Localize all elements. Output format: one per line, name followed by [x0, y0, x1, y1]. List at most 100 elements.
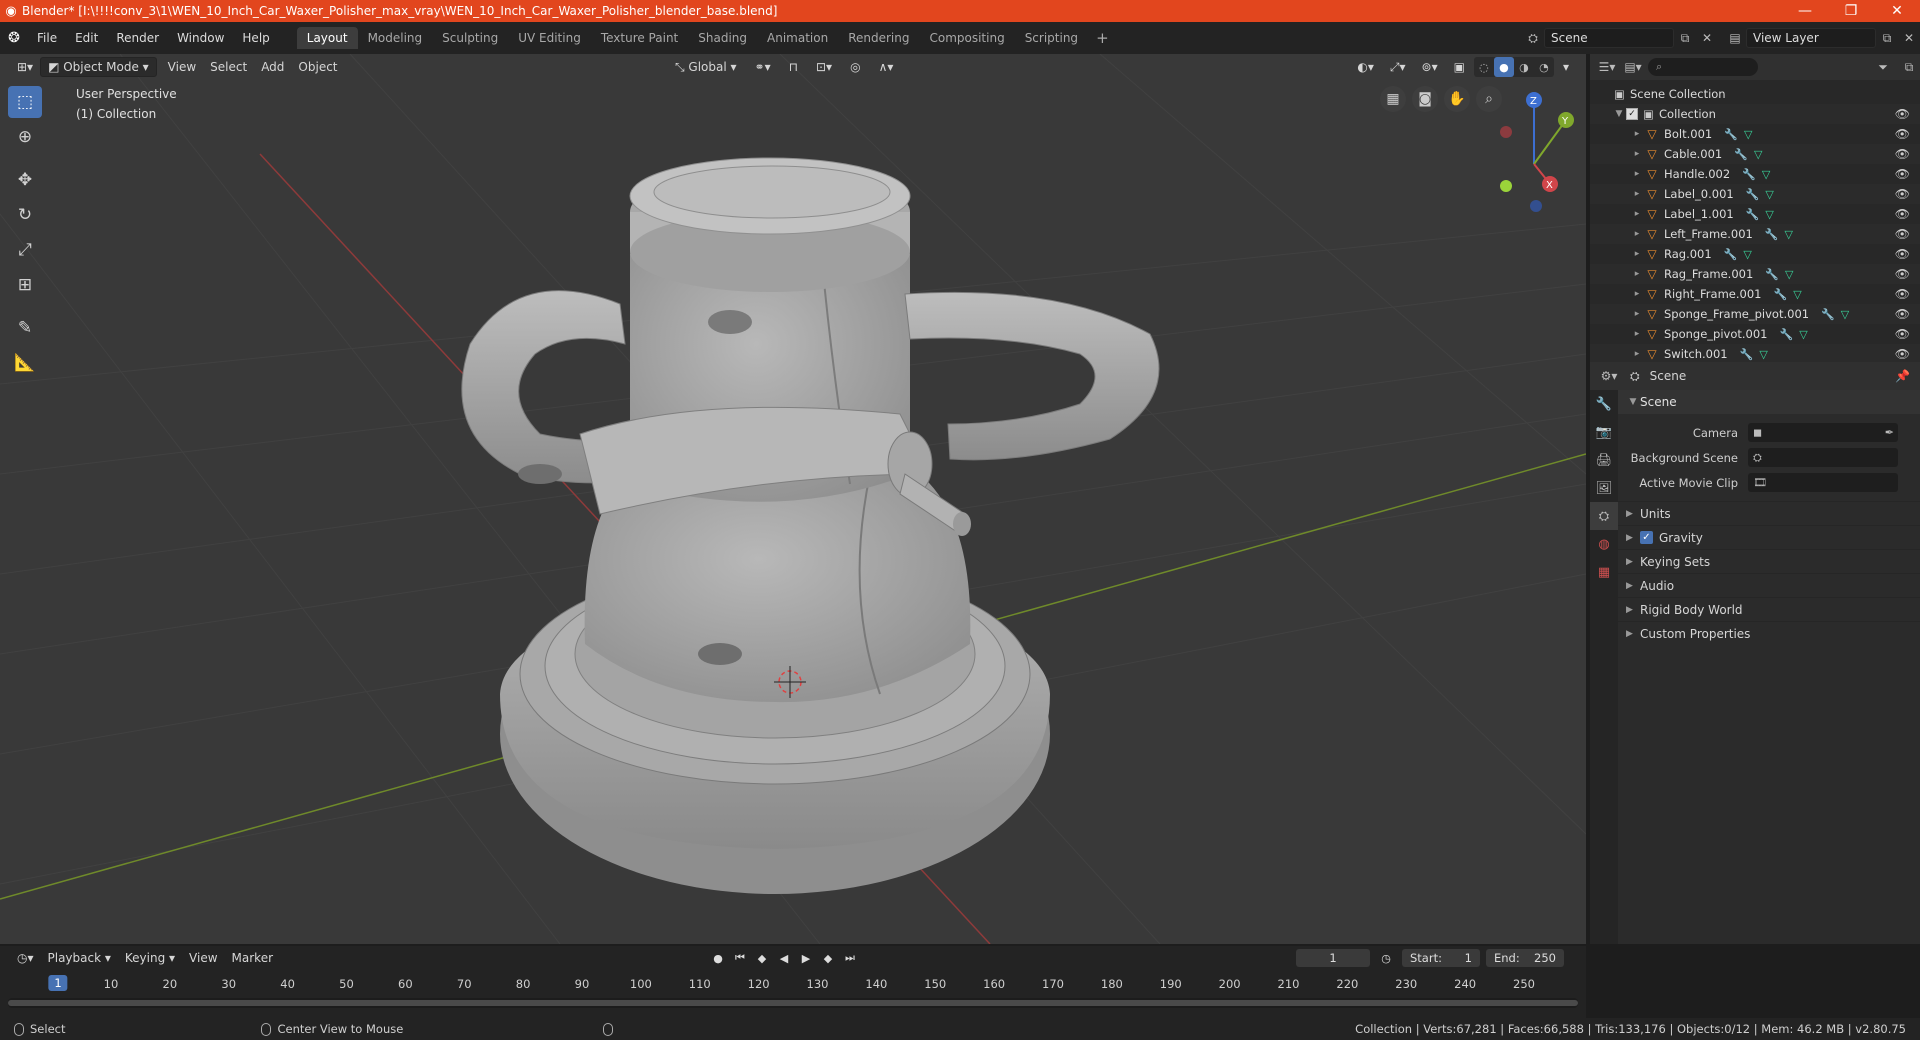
modifier-wrench-icon[interactable]: 🔧 [1724, 128, 1738, 141]
mesh-data-icon[interactable]: ▽ [1765, 208, 1773, 221]
output-tab-icon[interactable]: 🖨 [1590, 446, 1618, 474]
grid-view-icon[interactable]: ▦ [1380, 86, 1406, 112]
tab-sculpting[interactable]: Sculpting [432, 27, 508, 49]
material-shading-icon[interactable]: ◑ [1514, 57, 1534, 77]
properties-editor-icon[interactable]: ⚙▾ [1598, 366, 1620, 386]
expand-arrow-icon[interactable]: ▸ [1630, 249, 1644, 259]
gizmo-toggle-icon[interactable]: ⤢▾ [1383, 57, 1413, 77]
current-frame-indicator[interactable]: 1 [48, 975, 68, 991]
tab-animation[interactable]: Animation [757, 27, 838, 49]
transform-tool-icon[interactable]: ⊞ [8, 269, 42, 301]
menu-file[interactable]: File [28, 22, 66, 54]
menu-keying[interactable]: Keying ▾ [118, 948, 182, 968]
tab-scripting[interactable]: Scripting [1015, 27, 1088, 49]
tab-compositing[interactable]: Compositing [919, 27, 1014, 49]
eye-icon[interactable]: 👁 [1895, 267, 1910, 281]
jump-end-icon[interactable]: ⏭ [840, 949, 860, 967]
preview-range-icon[interactable]: ◷ [1376, 949, 1396, 967]
cursor-tool-icon[interactable]: ⊕ [8, 121, 42, 153]
blender-menu-icon[interactable]: ❂ [0, 30, 28, 46]
timeline-scroll-thumb[interactable] [8, 1000, 1578, 1006]
eyedropper-icon[interactable]: ✒ [1885, 426, 1894, 439]
mesh-data-icon[interactable]: ▽ [1799, 328, 1807, 341]
tab-layout[interactable]: Layout [296, 27, 358, 49]
mesh-data-icon[interactable]: ▽ [1785, 228, 1793, 241]
navigation-gizmo[interactable]: Z Y X [1500, 92, 1574, 212]
scene-tab-icon[interactable]: ⛭ [1590, 502, 1618, 530]
mesh-data-icon[interactable]: ▽ [1841, 308, 1849, 321]
new-view-layer-icon[interactable]: ⧉ [1876, 28, 1898, 48]
editor-type-icon[interactable]: ⊞▾ [10, 57, 40, 77]
maximize-button[interactable]: ❐ [1828, 3, 1874, 19]
units-panel[interactable]: ▶ Units [1618, 501, 1920, 525]
expand-arrow-icon[interactable]: ▸ [1630, 189, 1644, 199]
expand-arrow-icon[interactable]: ▸ [1630, 329, 1644, 339]
menu-select[interactable]: Select [203, 57, 254, 77]
outliner-search-input[interactable]: ⌕ [1648, 58, 1758, 76]
modifier-wrench-icon[interactable]: 🔧 [1746, 208, 1760, 221]
eye-icon[interactable]: 👁 [1895, 147, 1910, 161]
outliner-object-row[interactable]: ▸ ▽ Sponge_pivot.001 🔧 ▽ 👁 [1590, 324, 1920, 344]
add-workspace-button[interactable]: + [1088, 29, 1117, 47]
modifier-wrench-icon[interactable]: 🔧 [1821, 308, 1835, 321]
zoom-icon[interactable]: ⌕ [1476, 86, 1502, 112]
camera-view-icon[interactable]: ◙ [1412, 86, 1438, 112]
outliner-object-row[interactable]: ▸ ▽ Right_Frame.001 🔧 ▽ 👁 [1590, 284, 1920, 304]
eye-icon[interactable]: 👁 [1895, 107, 1910, 121]
eye-icon[interactable]: 👁 [1895, 247, 1910, 261]
mesh-data-icon[interactable]: ▽ [1754, 148, 1762, 161]
wireframe-shading-icon[interactable]: ◌ [1474, 57, 1494, 77]
xray-icon[interactable]: ▣ [1447, 57, 1472, 77]
expand-arrow-icon[interactable]: ▸ [1630, 209, 1644, 219]
expand-arrow-icon[interactable]: ▸ [1630, 169, 1644, 179]
tab-rendering[interactable]: Rendering [838, 27, 919, 49]
view-layer-tab-icon[interactable]: 🖼 [1590, 474, 1618, 502]
menu-marker[interactable]: Marker [225, 948, 280, 968]
menu-view[interactable]: View [161, 57, 203, 77]
delete-view-layer-icon[interactable]: ✕ [1898, 28, 1920, 48]
snap-target-icon[interactable]: ⊡▾ [809, 57, 839, 77]
expand-arrow-icon[interactable]: ▸ [1630, 349, 1644, 359]
3d-viewport[interactable]: Z Y X ⊞▾ ◩ Object Mode ▾ View Select Add… [0, 54, 1586, 944]
rendered-shading-icon[interactable]: ◔ [1534, 57, 1554, 77]
polisher-model[interactable] [461, 157, 1160, 894]
start-frame-field[interactable]: Start: 1 [1402, 949, 1480, 967]
custom-properties-panel[interactable]: ▶ Custom Properties [1618, 621, 1920, 645]
scene-field[interactable]: Scene [1544, 28, 1674, 48]
pin-icon[interactable]: 📌 [1895, 369, 1910, 383]
eye-icon[interactable]: 👁 [1895, 127, 1910, 141]
audio-panel[interactable]: ▶ Audio [1618, 573, 1920, 597]
render-tab-icon[interactable]: 📷 [1590, 418, 1618, 446]
gravity-panel[interactable]: ▶ ✓ Gravity [1618, 525, 1920, 549]
eye-icon[interactable]: 👁 [1895, 207, 1910, 221]
outliner-object-row[interactable]: ▸ ▽ Bolt.001 🔧 ▽ 👁 [1590, 124, 1920, 144]
rotate-tool-icon[interactable]: ↻ [8, 199, 42, 231]
prev-keyframe-icon[interactable]: ◆ [752, 949, 772, 967]
expand-arrow-icon[interactable]: ▸ [1630, 149, 1644, 159]
collapse-arrow-icon[interactable]: ▼ [1612, 109, 1626, 119]
view-layer-field[interactable]: View Layer [1746, 28, 1876, 48]
end-frame-field[interactable]: End: 250 [1486, 949, 1564, 967]
expand-arrow-icon[interactable]: ▸ [1630, 289, 1644, 299]
proportional-edit-icon[interactable]: ◎ [843, 57, 867, 77]
active-movie-clip-field[interactable]: 🎞 [1748, 473, 1898, 492]
mesh-data-icon[interactable]: ▽ [1743, 248, 1751, 261]
expand-arrow-icon[interactable]: ▸ [1630, 309, 1644, 319]
gravity-checkbox[interactable]: ✓ [1640, 531, 1653, 544]
menu-object[interactable]: Object [291, 57, 344, 77]
outliner-object-row[interactable]: ▸ ▽ Label_0.001 🔧 ▽ 👁 [1590, 184, 1920, 204]
expand-arrow-icon[interactable]: ▸ [1630, 129, 1644, 139]
modifier-wrench-icon[interactable]: 🔧 [1742, 168, 1756, 181]
view-layer-icon[interactable]: ▤ [1724, 28, 1746, 48]
play-icon[interactable]: ▶ [796, 949, 816, 967]
modifier-wrench-icon[interactable]: 🔧 [1740, 348, 1754, 361]
minimize-button[interactable]: — [1782, 3, 1828, 19]
eye-icon[interactable]: 👁 [1895, 307, 1910, 321]
eye-icon[interactable]: 👁 [1895, 227, 1910, 241]
display-mode-icon[interactable]: ▤▾ [1622, 57, 1644, 77]
mesh-data-icon[interactable]: ▽ [1759, 348, 1767, 361]
solid-shading-icon[interactable]: ● [1493, 57, 1514, 77]
modifier-wrench-icon[interactable]: 🔧 [1724, 248, 1738, 261]
menu-edit[interactable]: Edit [66, 22, 107, 54]
outliner-object-row[interactable]: ▸ ▽ Rag_Frame.001 🔧 ▽ 👁 [1590, 264, 1920, 284]
